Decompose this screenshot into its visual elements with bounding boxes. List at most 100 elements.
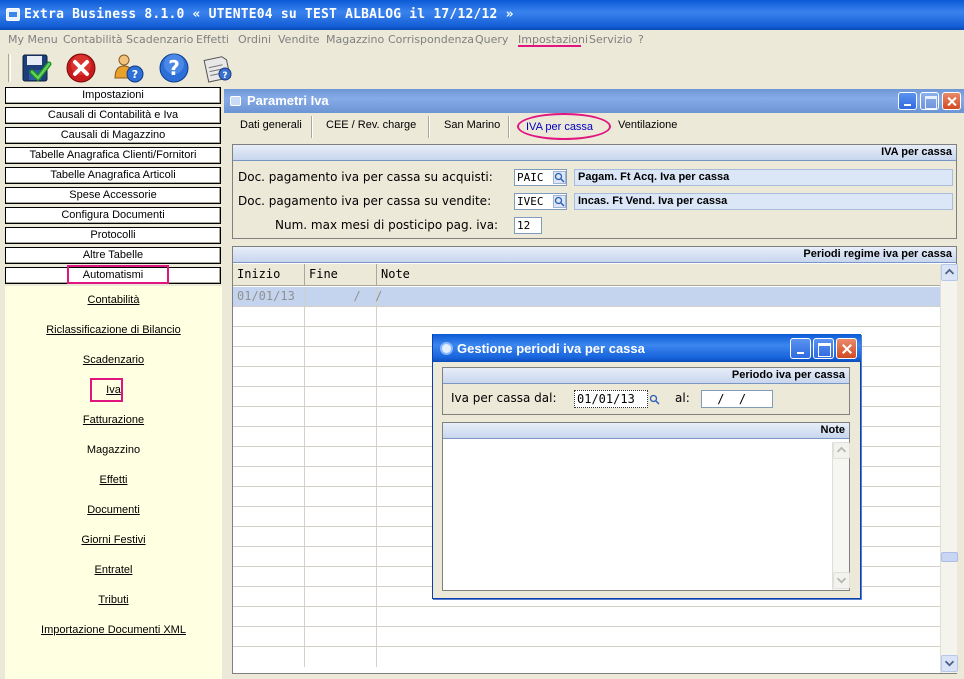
subitem-iva-highlight	[90, 378, 123, 402]
acquisti-label: Doc. pagamento iva per cassa su acquisti…	[238, 170, 493, 184]
maximize-button[interactable]	[920, 92, 939, 110]
close-button[interactable]	[942, 92, 961, 110]
periodo-section: Periodo iva per cassa Iva per cassa dal:…	[442, 367, 850, 415]
lookup-icon[interactable]	[553, 195, 566, 208]
subitem-importazione-documenti-xml[interactable]: Importazione Documenti XML	[5, 624, 222, 636]
col-inizio[interactable]: Inizio	[233, 264, 305, 286]
nav-causali-magazzino[interactable]: Causali di Magazzino	[5, 127, 221, 144]
periodo-heading: Periodo iva per cassa	[443, 368, 849, 384]
vendite-label: Doc. pagamento iva per cassa su vendite:	[238, 194, 492, 208]
tab-cee-rev-charge[interactable]: CEE / Rev. charge	[326, 119, 416, 131]
parametri-iva-titlebar[interactable]: Parametri Iva	[224, 89, 964, 113]
acquisti-code-input[interactable]: PAIC	[514, 169, 567, 186]
vendite-code-input[interactable]: IVEC	[514, 193, 567, 210]
menu-item-servizio[interactable]: Servizio	[589, 33, 632, 46]
window-icon	[230, 96, 241, 106]
window-title: Extra Business 8.1.0 « UTENTE04 su TEST …	[24, 7, 514, 22]
help-icon: ?	[159, 53, 189, 83]
table-row[interactable]	[233, 607, 940, 627]
tab-dati-generali[interactable]: Dati generali	[240, 119, 302, 131]
nav-tabelle-anagrafica-articoli[interactable]: Tabelle Anagrafica Articoli	[5, 167, 221, 184]
vendite-description: Incas. Ft Vend. Iva per cassa	[574, 193, 953, 210]
nav-spese-accessorie[interactable]: Spese Accessorie	[5, 187, 221, 204]
nav-protocolli[interactable]: Protocolli	[5, 227, 221, 244]
dialog-maximize-button[interactable]	[813, 338, 834, 359]
note-heading: Note	[443, 423, 849, 439]
nav-impostazioni[interactable]: Impostazioni	[5, 87, 221, 104]
save-icon	[22, 54, 52, 82]
subitem-scadenzario[interactable]: Scadenzario	[5, 354, 222, 366]
periodi-scrollbar[interactable]	[940, 264, 958, 673]
dialog-minimize-button[interactable]	[790, 338, 811, 359]
menu-item-contabilita[interactable]: Contabilità	[63, 33, 123, 46]
save-button[interactable]	[20, 52, 54, 84]
menu-item-vendite[interactable]: Vendite	[278, 33, 320, 46]
svg-text:?: ?	[222, 71, 227, 81]
nav-configura-documenti[interactable]: Configura Documenti	[5, 207, 221, 224]
dialog-titlebar[interactable]: Gestione periodi iva per cassa	[433, 334, 861, 362]
al-label: al:	[675, 391, 690, 405]
dialog-icon	[440, 342, 453, 355]
note-textarea[interactable]	[445, 442, 829, 589]
table-row[interactable]: 01/01/13 / /	[233, 287, 940, 307]
tab-san-marino[interactable]: San Marino	[444, 119, 500, 131]
tabs-bar: Dati generali CEE / Rev. charge San Mari…	[229, 113, 964, 141]
table-row[interactable]	[233, 627, 940, 647]
subitem-documenti[interactable]: Documenti	[5, 504, 222, 516]
menu-item-scadenzario[interactable]: Scadenzario	[126, 33, 193, 46]
user-help-button[interactable]: ?	[112, 52, 146, 84]
tab-separator	[508, 116, 510, 138]
col-note[interactable]: Note	[377, 264, 940, 286]
minimize-button[interactable]	[898, 92, 917, 110]
subitem-entratel[interactable]: Entratel	[5, 564, 222, 576]
note-section: Note	[442, 422, 850, 591]
scroll-down-arrow-icon[interactable]	[941, 655, 958, 672]
subitem-riclassificazione-bilancio[interactable]: Riclassificazione di Bilancio	[5, 324, 222, 336]
nav-causali-contabilita-iva[interactable]: Causali di Contabilità e Iva	[5, 107, 221, 124]
subitem-fatturazione[interactable]: Fatturazione	[5, 414, 222, 426]
menu-item-magazzino[interactable]: Magazzino	[326, 33, 384, 46]
lookup-icon[interactable]	[553, 171, 566, 184]
menu-item-ordini[interactable]: Ordini	[238, 33, 271, 46]
dal-date-input[interactable]: 01/01/13	[574, 390, 648, 408]
menu-item-help[interactable]: ?	[638, 33, 644, 46]
table-row[interactable]	[233, 647, 940, 667]
note-scroll-up-arrow-icon[interactable]	[833, 442, 850, 459]
col-fine[interactable]: Fine	[305, 264, 377, 286]
dialog-close-button[interactable]	[836, 338, 857, 359]
scroll-up-arrow-icon[interactable]	[941, 264, 958, 281]
cancel-icon	[66, 53, 96, 83]
al-date-input[interactable]: / /	[701, 390, 773, 408]
iva-per-cassa-heading: IVA per cassa	[233, 145, 956, 161]
iva-per-cassa-section: IVA per cassa Doc. pagamento iva per cas…	[232, 144, 957, 239]
note-scrollbar[interactable]	[832, 442, 850, 590]
toolbar-grip	[8, 54, 11, 82]
periodi-heading: Periodi regime iva per cassa	[233, 247, 956, 263]
nav-tabelle-anagrafica-clienti[interactable]: Tabelle Anagrafica Clienti/Fornitori	[5, 147, 221, 164]
menu-item-query[interactable]: Query	[475, 33, 508, 46]
notes-button[interactable]: ?	[200, 52, 234, 84]
help-button[interactable]: ?	[157, 52, 191, 84]
note-scroll-down-arrow-icon[interactable]	[833, 572, 850, 589]
table-row[interactable]	[233, 307, 940, 327]
tab-ventilazione[interactable]: Ventilazione	[618, 119, 677, 131]
menu-item-my-menu[interactable]: My Menu	[8, 33, 58, 46]
toolbar: ? ? ?	[0, 50, 964, 86]
subitem-tributi[interactable]: Tributi	[5, 594, 222, 606]
menu-item-effetti[interactable]: Effetti	[196, 33, 229, 46]
subitem-contabilita[interactable]: Contabilità	[5, 294, 222, 306]
cell-fine: / /	[305, 287, 382, 307]
date-lookup-icon[interactable]	[648, 393, 661, 406]
subitem-giorni-festivi[interactable]: Giorni Festivi	[5, 534, 222, 546]
scroll-thumb[interactable]	[941, 552, 958, 562]
tab-iva-per-cassa-highlight	[517, 113, 611, 140]
svg-text:?: ?	[168, 56, 180, 80]
subitem-effetti[interactable]: Effetti	[5, 474, 222, 486]
subitem-magazzino[interactable]: Magazzino	[5, 444, 222, 456]
nav-automatismi-highlight	[67, 265, 169, 284]
nav-altre-tabelle[interactable]: Altre Tabelle	[5, 247, 221, 264]
cancel-button[interactable]	[64, 52, 98, 84]
title-bar[interactable]: Extra Business 8.1.0 « UTENTE04 su TEST …	[0, 0, 964, 30]
menu-item-corrispondenza[interactable]: Corrispondenza	[388, 33, 474, 46]
max-months-input[interactable]: 12	[514, 217, 542, 234]
